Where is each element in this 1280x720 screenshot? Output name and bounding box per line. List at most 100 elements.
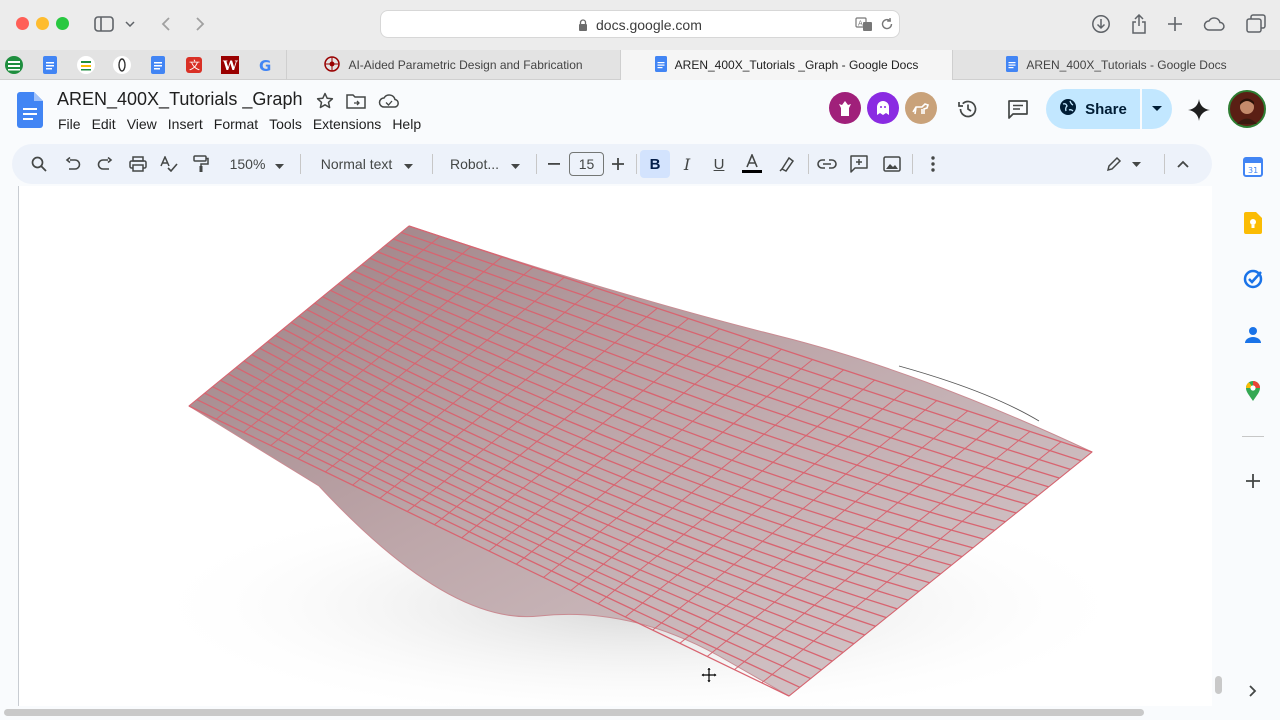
more-options-icon[interactable]: [924, 150, 942, 178]
collaborator-avatar[interactable]: [905, 92, 937, 124]
comments-icon[interactable]: [1006, 97, 1030, 121]
share-page-icon[interactable]: [1128, 13, 1150, 35]
tab-aren-graph[interactable]: AREN_400X_Tutorials _Graph - Google Docs: [620, 50, 952, 80]
zoom-window-button[interactable]: [56, 17, 69, 30]
sheets-pinned-tab-icon[interactable]: [4, 55, 24, 75]
calendar-icon[interactable]: 31: [1242, 156, 1264, 178]
icloud-icon[interactable]: [1202, 13, 1228, 35]
tab-strip: 文 W G AI-Aided Parametric Design and Fab…: [0, 50, 1280, 80]
tab-label: AI-Aided Parametric Design and Fabricati…: [348, 58, 583, 72]
w-pinned-tab-icon[interactable]: W: [220, 55, 240, 75]
add-comment-icon[interactable]: [848, 150, 870, 178]
caret-down-icon: [1131, 161, 1141, 167]
translate-pinned-tab-icon[interactable]: 文: [184, 55, 204, 75]
docs-favicon-icon: [1006, 55, 1019, 75]
minimize-window-button[interactable]: [36, 17, 49, 30]
svg-text:31: 31: [1248, 166, 1258, 175]
show-side-panel-icon[interactable]: [1242, 680, 1264, 702]
menu-bar: File Edit View Insert Format Tools Exten…: [58, 116, 432, 132]
docs-pinned-tab-icon[interactable]: [40, 55, 60, 75]
contacts-icon[interactable]: [1242, 324, 1264, 346]
zoom-select[interactable]: 150%: [222, 150, 292, 178]
increase-font-size-icon[interactable]: [608, 150, 628, 178]
maps-icon[interactable]: [1242, 380, 1264, 402]
italic-icon: I: [683, 154, 691, 174]
new-tab-icon[interactable]: [1164, 13, 1186, 35]
docs-pinned-tab-icon-2[interactable]: [148, 55, 168, 75]
font-select[interactable]: Robot...: [444, 150, 526, 178]
back-icon[interactable]: [156, 13, 176, 35]
editing-mode-button[interactable]: [1098, 150, 1148, 178]
menu-format[interactable]: Format: [214, 116, 258, 132]
forward-icon[interactable]: [190, 13, 210, 35]
undo-icon[interactable]: [62, 150, 84, 178]
redo-icon[interactable]: [94, 150, 116, 178]
tab-overview-icon[interactable]: [1245, 13, 1267, 35]
insert-link-icon[interactable]: [816, 150, 838, 178]
get-addons-icon[interactable]: [1242, 470, 1264, 492]
highlight-button[interactable]: [774, 150, 800, 178]
address-bar[interactable]: docs.google.com A: [380, 10, 900, 38]
tab-ai-aided[interactable]: AI-Aided Parametric Design and Fabricati…: [286, 50, 620, 80]
vertical-scrollbar[interactable]: [1215, 676, 1222, 694]
chevron-down-icon[interactable]: [122, 13, 138, 35]
tab-label: AREN_400X_Tutorials _Graph - Google Docs: [674, 58, 919, 72]
search-menus-icon[interactable]: [28, 150, 50, 178]
print-icon[interactable]: [127, 150, 149, 178]
slides-pinned-tab-icon[interactable]: [76, 55, 96, 75]
hide-menus-icon[interactable]: [1172, 150, 1194, 178]
sidebar-toggle-icon[interactable]: [92, 13, 116, 35]
browser-titlebar: docs.google.com A: [0, 0, 1280, 50]
highlighter-icon: [779, 156, 795, 172]
translate-page-icon[interactable]: A: [855, 16, 873, 37]
parametric-surface-image: [139, 225, 1139, 706]
menu-tools[interactable]: Tools: [269, 116, 302, 132]
toolbar-divider: [432, 154, 433, 174]
underline-button[interactable]: U: [706, 150, 732, 178]
docs-logo-icon[interactable]: [17, 92, 43, 133]
doc-title[interactable]: AREN_400X_Tutorials _Graph: [57, 89, 302, 110]
text-color-button[interactable]: [738, 150, 766, 178]
menu-edit[interactable]: Edit: [92, 116, 116, 132]
share-dropdown-icon[interactable]: [1142, 89, 1172, 129]
version-history-icon[interactable]: [956, 97, 980, 121]
horizontal-scrollbar[interactable]: [4, 709, 1144, 716]
pencil-icon: [1106, 156, 1121, 172]
menu-view[interactable]: View: [127, 116, 157, 132]
insert-image-icon[interactable]: [881, 150, 903, 178]
tab-aren-tutorials[interactable]: AREN_400X_Tutorials - Google Docs: [952, 50, 1280, 80]
star-icon[interactable]: [315, 91, 335, 111]
account-avatar[interactable]: [1228, 90, 1266, 128]
menu-help[interactable]: Help: [392, 116, 421, 132]
close-window-button[interactable]: [16, 17, 29, 30]
cloud-saved-icon[interactable]: [377, 91, 401, 111]
collaborator-avatar[interactable]: [829, 92, 861, 124]
svg-text:W: W: [222, 59, 238, 74]
menu-insert[interactable]: Insert: [168, 116, 203, 132]
url-text: docs.google.com: [596, 17, 702, 33]
paragraph-style-select[interactable]: Normal text: [312, 150, 422, 178]
menu-extensions[interactable]: Extensions: [313, 116, 381, 132]
share-main-button[interactable]: Share: [1046, 89, 1140, 129]
reload-icon[interactable]: [880, 17, 894, 36]
google-pinned-tab-icon[interactable]: G: [256, 55, 276, 75]
bold-button[interactable]: B: [640, 150, 670, 178]
paint-format-icon[interactable]: [190, 150, 212, 178]
tasks-icon[interactable]: [1242, 268, 1264, 290]
tab-label: AREN_400X_Tutorials - Google Docs: [1026, 58, 1227, 72]
decrease-font-size-icon[interactable]: [544, 150, 564, 178]
downloads-icon[interactable]: [1090, 13, 1112, 35]
menu-file[interactable]: File: [58, 116, 81, 132]
gemini-icon[interactable]: [1186, 97, 1212, 123]
share-button[interactable]: Share: [1046, 89, 1172, 129]
spellcheck-icon[interactable]: [158, 150, 180, 178]
move-folder-icon[interactable]: [345, 91, 367, 111]
font-size-input[interactable]: 15: [569, 152, 604, 176]
italic-button[interactable]: I: [674, 150, 700, 178]
claude-pinned-tab-icon[interactable]: [112, 55, 132, 75]
toolbar-divider: [912, 154, 913, 174]
svg-text:G: G: [259, 57, 271, 75]
keep-icon[interactable]: [1242, 212, 1264, 234]
collaborator-avatar[interactable]: [867, 92, 899, 124]
document-page[interactable]: [18, 186, 1212, 706]
